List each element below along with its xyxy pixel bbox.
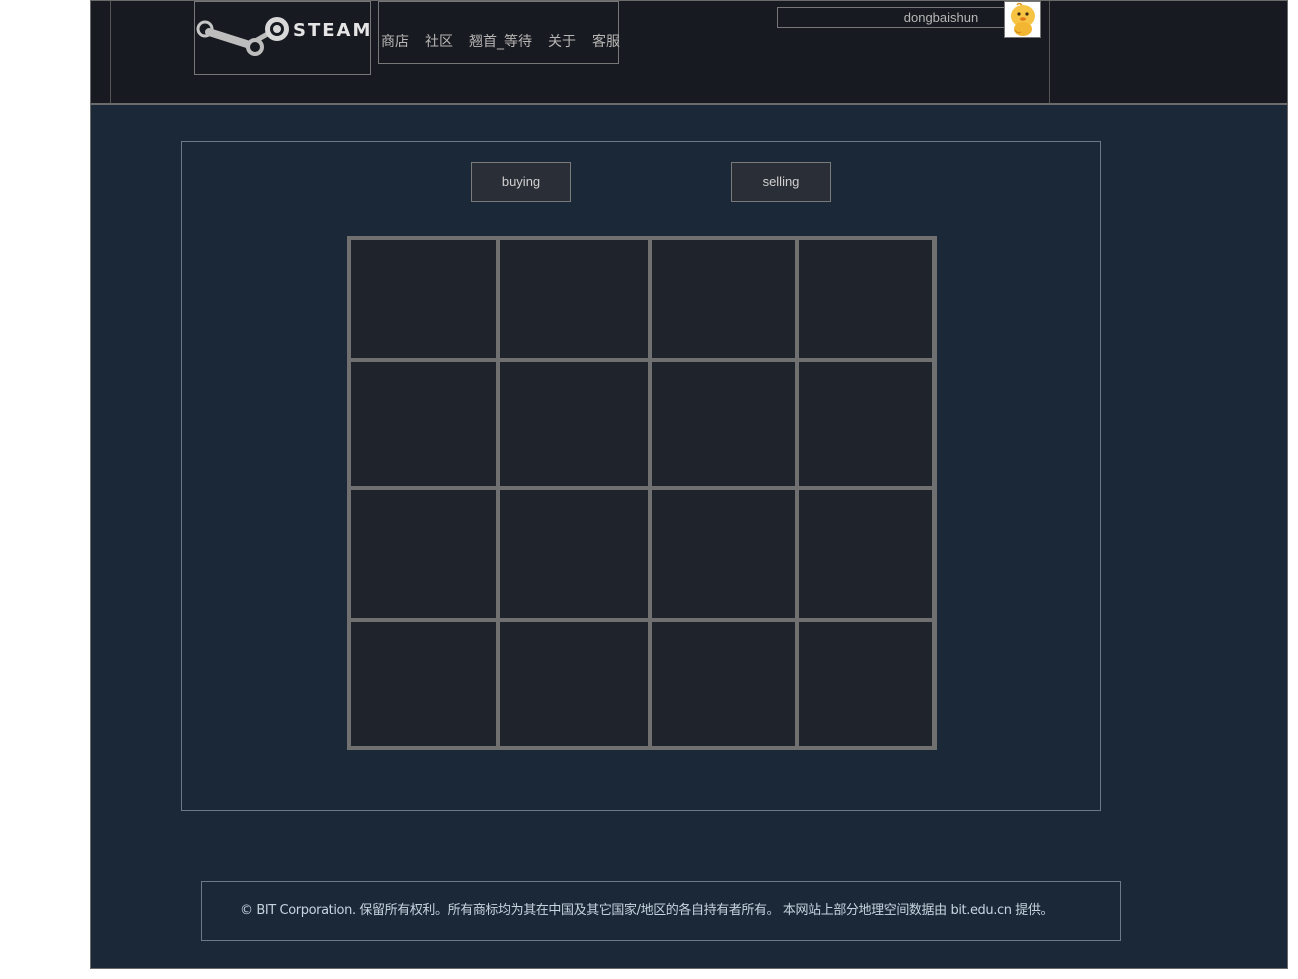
grid-cell[interactable] <box>500 490 648 618</box>
grid-cell[interactable] <box>351 490 496 618</box>
nav-item-2[interactable]: 翘首_等待 <box>469 31 532 51</box>
nav-item-3[interactable]: 关于 <box>548 31 576 51</box>
footer-copyright: © BIT Corporation. 保留所有权利。所有商标均为其在中国及其它国… <box>201 881 1121 941</box>
grid-cell[interactable] <box>652 240 795 358</box>
grid-cell[interactable] <box>351 622 496 746</box>
steam-logo[interactable]: STEAM <box>194 1 371 75</box>
nav-item-4[interactable]: 客服 <box>592 31 620 51</box>
username-display[interactable]: dongbaishun <box>777 7 1005 28</box>
grid-cell[interactable] <box>652 490 795 618</box>
buying-button[interactable]: buying <box>471 162 571 202</box>
grid-cell[interactable] <box>652 622 795 746</box>
selling-button[interactable]: selling <box>731 162 831 202</box>
grid-cell[interactable] <box>799 622 932 746</box>
item-grid <box>347 236 937 750</box>
main-nav: 商店 社区 翘首_等待 关于 客服 <box>378 1 620 64</box>
logo-text: STEAM <box>293 20 372 41</box>
page: STEAM 商店 社区 翘首_等待 关于 客服 dongbaishun buying s… <box>90 0 1288 969</box>
grid-cell[interactable] <box>799 490 932 618</box>
grid-cell[interactable] <box>351 240 496 358</box>
grid-cell[interactable] <box>500 362 648 486</box>
top-header: STEAM 商店 社区 翘首_等待 关于 客服 dongbaishun <box>91 1 1287 105</box>
grid-cell[interactable] <box>799 240 932 358</box>
yellow-chick-avatar-icon <box>1011 2 1035 36</box>
market-panel: buying selling <box>181 141 1101 811</box>
grid-cell[interactable] <box>652 362 795 486</box>
avatar[interactable] <box>1004 1 1041 38</box>
grid-cell[interactable] <box>799 362 932 486</box>
grid-cell[interactable] <box>500 622 648 746</box>
nav-item-1[interactable]: 社区 <box>425 31 453 51</box>
header-inner: STEAM 商店 社区 翘首_等待 关于 客服 dongbaishun <box>110 1 1050 103</box>
steam-logo-icon: STEAM <box>196 17 372 56</box>
nav-item-0[interactable]: 商店 <box>381 31 409 51</box>
grid-cell[interactable] <box>500 240 648 358</box>
grid-cell[interactable] <box>351 362 496 486</box>
